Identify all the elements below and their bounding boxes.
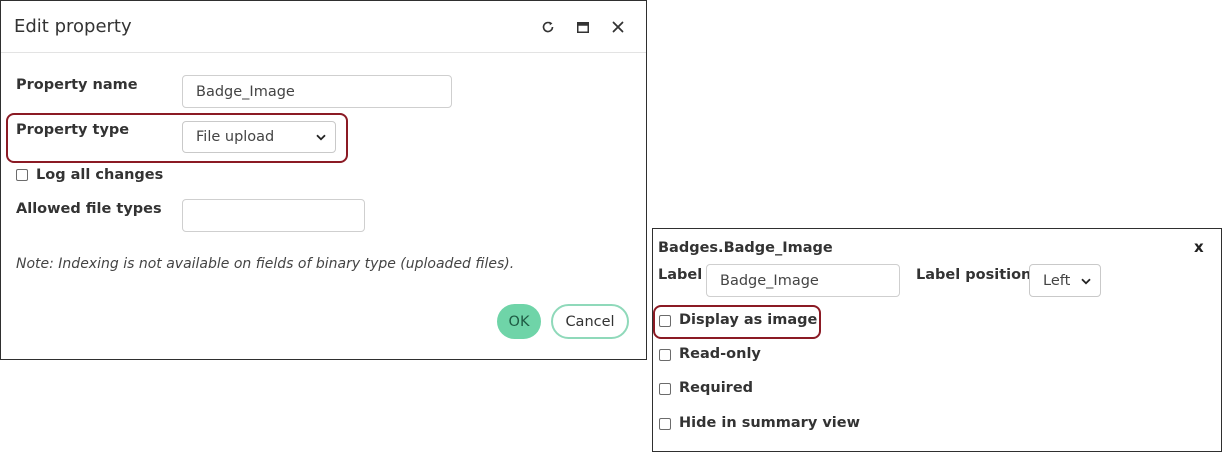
log-changes-label: Log all changes [36,167,164,183]
edit-property-dialog: Edit property Property name Badge_Image … [0,0,647,360]
label-field-label: Label [658,267,703,283]
allowed-file-types-input[interactable] [182,199,365,232]
required-checkbox[interactable] [659,383,671,395]
binary-type-note: Note: Indexing is not available on field… [16,256,515,272]
close-icon[interactable] [608,17,628,37]
dialog-header: Edit property [1,1,646,53]
read-only-checkbox[interactable] [659,349,671,361]
chevron-down-icon [1081,273,1091,289]
property-type-label: Property type [16,122,130,138]
property-type-value: File upload [196,129,275,145]
maximize-icon[interactable] [573,17,593,37]
label-position-value: Left [1043,272,1071,289]
hide-in-summary-label: Hide in summary view [679,415,860,431]
property-type-select[interactable]: File upload [182,121,336,153]
read-only-label: Read-only [679,346,761,362]
field-settings-panel: Badges.Badge_Image x Label Badge_Image L… [652,228,1222,452]
label-position-select[interactable]: Left [1029,264,1101,297]
label-input[interactable]: Badge_Image [706,264,900,297]
property-name-label: Property name [16,77,138,93]
panel-close-button[interactable]: x [1194,238,1204,256]
required-label: Required [679,380,754,396]
display-as-image-label: Display as image [679,312,818,328]
cancel-button[interactable]: Cancel [551,304,629,339]
panel-title: Badges.Badge_Image [658,240,833,256]
chevron-down-icon [316,129,326,145]
label-position-label: Label position [916,267,1032,283]
hide-in-summary-checkbox[interactable] [659,418,671,430]
log-changes-checkbox[interactable] [16,169,28,181]
allowed-file-types-label: Allowed file types [16,201,162,217]
property-name-input[interactable]: Badge_Image [182,75,452,108]
ok-button[interactable]: OK [497,304,541,339]
dialog-title: Edit property [14,16,132,37]
refresh-icon[interactable] [538,17,558,37]
display-as-image-checkbox[interactable] [659,315,671,327]
